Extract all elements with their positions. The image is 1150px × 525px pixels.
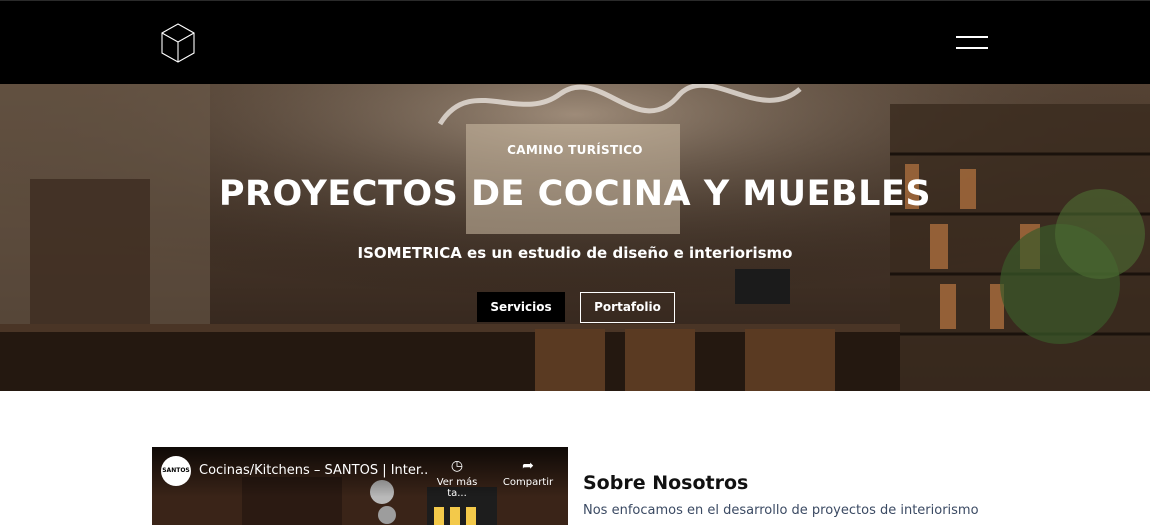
clock-icon: ◷ xyxy=(450,458,464,474)
site-header xyxy=(0,0,1150,84)
about-title: Sobre Nosotros xyxy=(583,472,749,494)
hero-title: PROYECTOS DE COCINA Y MUEBLES xyxy=(218,174,932,214)
share-button[interactable]: ➦ Compartir xyxy=(500,457,556,488)
hamburger-menu-icon[interactable] xyxy=(954,34,990,52)
youtube-video-embed[interactable]: SANTOS Cocinas/Kitchens – SANTOS | Inter… xyxy=(152,447,568,525)
watch-later-label: Ver más ta... xyxy=(436,477,478,499)
isometric-cube-icon[interactable] xyxy=(160,23,196,63)
share-arrow-icon: ➦ xyxy=(522,458,534,474)
channel-avatar[interactable]: SANTOS xyxy=(161,456,191,486)
hero-eyebrow: CAMINO TURÍSTICO xyxy=(507,143,643,157)
hero-banner: CAMINO TURÍSTICO PROYECTOS DE COCINA Y M… xyxy=(0,84,1150,391)
watch-later-button[interactable]: ◷ Ver más ta... xyxy=(426,457,488,499)
share-label: Compartir xyxy=(502,477,554,488)
hero-subtitle: ISOMETRICA es un estudio de diseño e int… xyxy=(357,244,793,262)
services-button[interactable]: Servicios xyxy=(477,292,565,322)
about-text: Nos enfocamos en el desarrollo de proyec… xyxy=(583,503,979,518)
kitchen-interior-photo xyxy=(0,84,1150,391)
portfolio-button[interactable]: Portafolio xyxy=(580,292,675,323)
video-title[interactable]: Cocinas/Kitchens – SANTOS | Inter... xyxy=(199,463,429,478)
